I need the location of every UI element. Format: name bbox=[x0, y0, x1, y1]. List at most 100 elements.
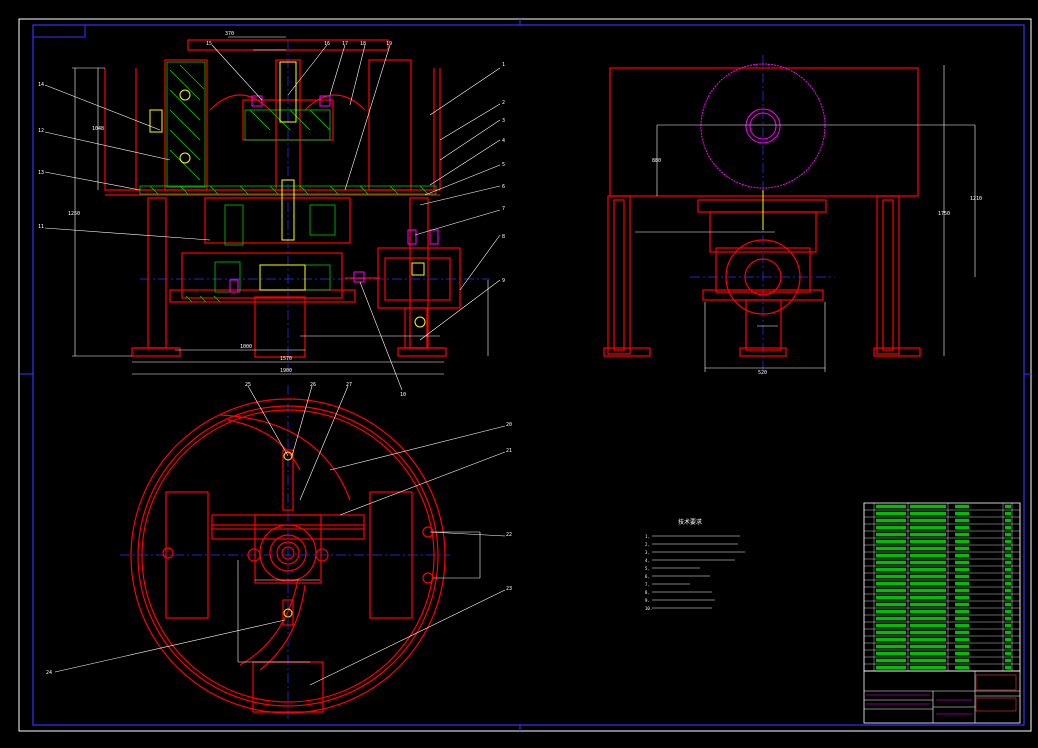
tech-item: 1. bbox=[645, 534, 650, 539]
balloon-25: 25 bbox=[245, 382, 251, 388]
balloon-1: 1 bbox=[502, 62, 505, 68]
parts-table-cell-text bbox=[910, 553, 946, 558]
parts-table-cell-text bbox=[1005, 567, 1011, 572]
balloon-12: 12 bbox=[38, 128, 44, 134]
parts-table-cell-text bbox=[955, 574, 969, 579]
tech-requirements-title: 技术要求 bbox=[678, 518, 702, 526]
parts-table-cell-text bbox=[876, 616, 906, 621]
parts-table-cell-text bbox=[1005, 546, 1011, 551]
parts-table-cell-text bbox=[876, 525, 906, 530]
balloon-20: 20 bbox=[506, 422, 512, 428]
parts-table-cell-text bbox=[876, 567, 906, 572]
parts-table-cell-text bbox=[910, 567, 946, 572]
parts-table-cell-text bbox=[1005, 518, 1011, 523]
dim-520: 520 bbox=[758, 370, 767, 376]
parts-table-cell-text bbox=[876, 602, 906, 607]
parts-table-cell-text bbox=[876, 504, 906, 509]
parts-table-cell-text bbox=[910, 651, 946, 656]
parts-table-cell-text bbox=[910, 539, 946, 544]
balloon-17: 17 bbox=[342, 41, 348, 47]
parts-table-cell-text bbox=[1005, 637, 1011, 642]
parts-table-cell-text bbox=[910, 518, 946, 523]
parts-table-cell-text bbox=[1005, 658, 1011, 663]
balloon-5: 5 bbox=[502, 162, 505, 168]
parts-table-cell-text bbox=[876, 637, 906, 642]
parts-table-cell-text bbox=[955, 588, 969, 593]
parts-table-cell-text bbox=[955, 630, 969, 635]
tech-item: 10. bbox=[645, 606, 652, 611]
parts-table-cell-text bbox=[910, 588, 946, 593]
balloon-15: 15 bbox=[206, 41, 212, 47]
balloon-23: 23 bbox=[506, 586, 512, 592]
parts-table-cell-text bbox=[955, 581, 969, 586]
parts-table-cell-text bbox=[910, 574, 946, 579]
parts-table-cell-text bbox=[910, 630, 946, 635]
parts-table-cell-text bbox=[955, 546, 969, 551]
balloon-21: 21 bbox=[506, 448, 512, 454]
parts-table-cell-text bbox=[1005, 630, 1011, 635]
balloon-8: 8 bbox=[502, 234, 505, 240]
balloon-4: 4 bbox=[502, 138, 505, 144]
parts-table-cell-text bbox=[876, 630, 906, 635]
parts-table-cell-text bbox=[1005, 574, 1011, 579]
cad-drawing-canvas[interactable]: 370 1048 1250 1900 1000 1570 1 2 3 4 5 6… bbox=[0, 0, 1038, 748]
parts-table-cell-text bbox=[1005, 651, 1011, 656]
parts-table-cell-text bbox=[876, 609, 906, 614]
dim-880: 880 bbox=[652, 158, 661, 164]
parts-table-cell-text bbox=[955, 595, 969, 600]
parts-table-cell-text bbox=[955, 609, 969, 614]
parts-table-cell-text bbox=[876, 665, 906, 670]
parts-table-cell-text bbox=[1005, 609, 1011, 614]
balloon-7: 7 bbox=[502, 206, 505, 212]
parts-table-cell-text bbox=[910, 595, 946, 600]
balloon-26: 26 bbox=[310, 382, 316, 388]
parts-table-cell-text bbox=[1005, 588, 1011, 593]
parts-table-cell-text bbox=[955, 623, 969, 628]
parts-table-cell-text bbox=[910, 546, 946, 551]
balloon-11: 11 bbox=[38, 224, 44, 230]
dim-1048: 1048 bbox=[92, 126, 104, 132]
parts-table-cell-text bbox=[1005, 665, 1011, 670]
parts-table-cell-text bbox=[1005, 511, 1011, 516]
balloon-27: 27 bbox=[346, 382, 352, 388]
parts-table-cell-text bbox=[955, 518, 969, 523]
dim-1250: 1250 bbox=[68, 211, 80, 217]
balloon-3: 3 bbox=[502, 118, 505, 124]
parts-table-cell-text bbox=[876, 546, 906, 551]
balloon-18: 18 bbox=[360, 41, 366, 47]
parts-table-cell-text bbox=[1005, 560, 1011, 565]
parts-table-cell-text bbox=[910, 602, 946, 607]
dim-1570: 1570 bbox=[280, 356, 292, 362]
parts-table-cell-text bbox=[955, 616, 969, 621]
tech-item: 9. bbox=[645, 598, 650, 603]
balloon-16: 16 bbox=[324, 41, 330, 47]
parts-table-cell-text bbox=[876, 518, 906, 523]
parts-table-cell-text bbox=[955, 651, 969, 656]
parts-table-cell-text bbox=[955, 637, 969, 642]
parts-table-cell-text bbox=[910, 581, 946, 586]
parts-table-cell-text bbox=[955, 644, 969, 649]
dim-1000: 1000 bbox=[240, 344, 252, 350]
parts-table-cell-text bbox=[876, 644, 906, 649]
parts-table-cell-text bbox=[955, 560, 969, 565]
parts-table-cell-text bbox=[1005, 623, 1011, 628]
parts-table-cell-text bbox=[955, 504, 969, 509]
parts-table-cell-text bbox=[876, 553, 906, 558]
parts-table-cell-text bbox=[955, 658, 969, 663]
parts-table-cell-text bbox=[910, 525, 946, 530]
parts-table-cell-text bbox=[1005, 539, 1011, 544]
parts-table-cell-text bbox=[955, 511, 969, 516]
balloon-24: 24 bbox=[46, 670, 52, 676]
parts-table-cell-text bbox=[910, 616, 946, 621]
parts-table-cell-text bbox=[876, 658, 906, 663]
parts-table-cell-text bbox=[955, 567, 969, 572]
parts-table-cell-text bbox=[1005, 532, 1011, 537]
parts-table-cell-text bbox=[876, 532, 906, 537]
parts-table-cell-text bbox=[1005, 616, 1011, 621]
parts-table-cell-text bbox=[1005, 644, 1011, 649]
parts-table-cell-text bbox=[910, 511, 946, 516]
parts-table-cell-text bbox=[955, 525, 969, 530]
tech-item: 4. bbox=[645, 558, 650, 563]
parts-table-cell-text bbox=[876, 511, 906, 516]
tech-item: 5. bbox=[645, 566, 650, 571]
